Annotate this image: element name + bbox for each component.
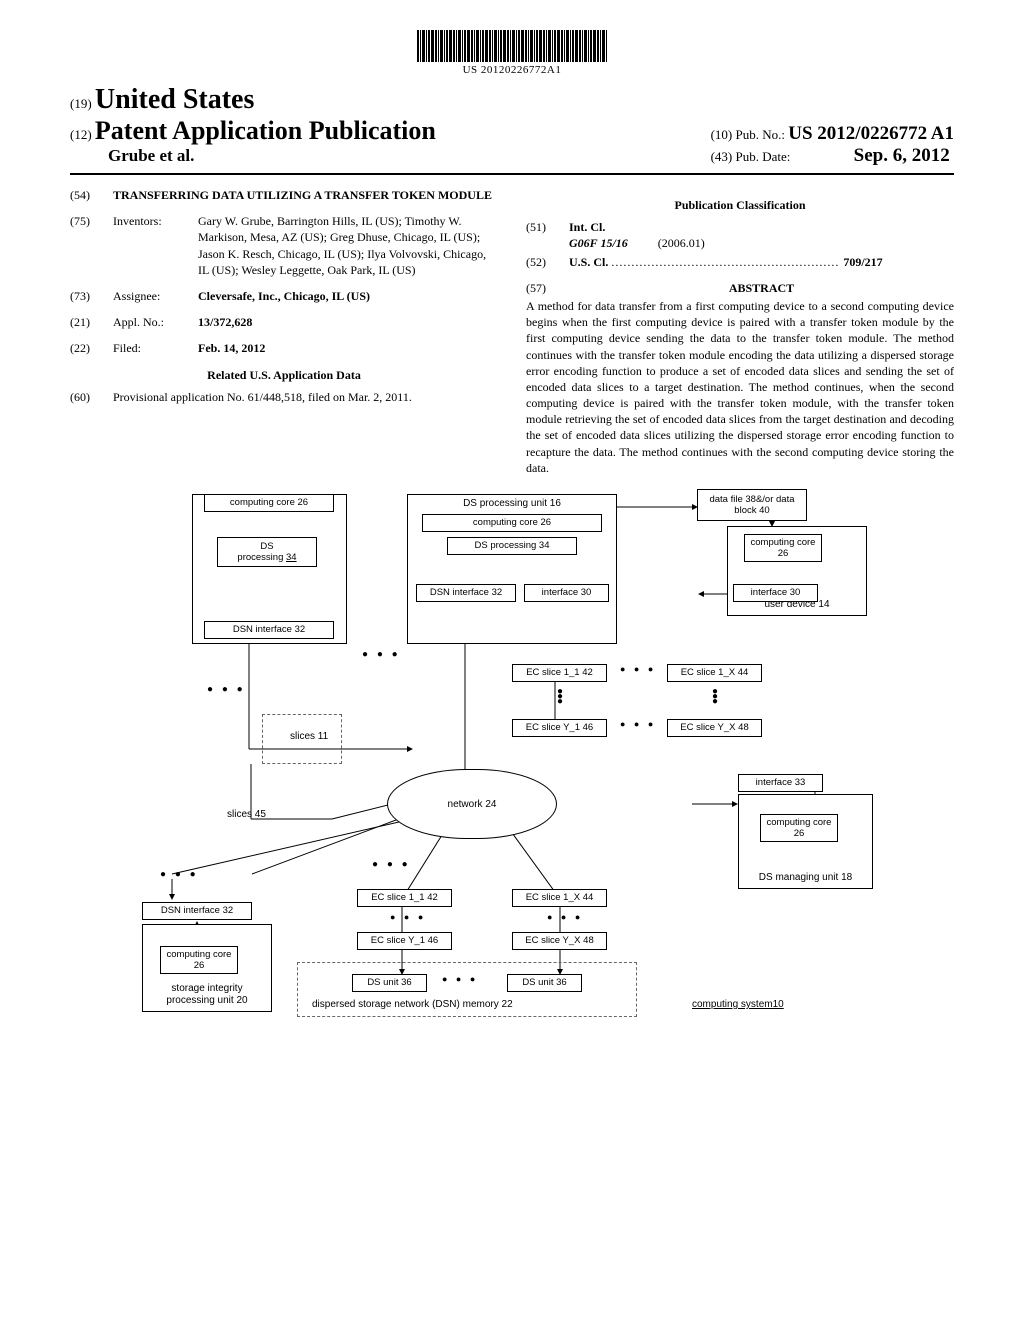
interface-30-b: interface 30 [733,584,818,602]
computing-core-26-c: computing core 26 [744,534,822,562]
applno-value: 13/372,628 [198,315,252,329]
ellipsis-icon: ● ● ● [620,719,656,729]
ec-slice-1-x-b: EC slice 1_X 44 [512,889,607,907]
related-data-heading: Related U.S. Application Data [70,367,498,383]
code-12-num: (12) [70,127,92,142]
ellipsis-icon: ● ● ● [547,912,583,922]
ds-processing-unit-16-label: DS processing unit 16 [463,498,561,510]
dsn-memory-label: dispersed storage network (DSN) memory 2… [312,999,513,1010]
ellipsis-icon: ● ● ● [442,974,478,984]
pub-date-label: Pub. Date: [736,149,791,164]
ellipsis-icon: ● ● ● [207,684,246,695]
dsn-interface-32-b: DSN interface 32 [416,584,516,602]
country-label: United States [95,84,254,115]
provisional-text: Provisional application No. 61/448,518, … [113,389,498,405]
patent-title: TRANSFERRING DATA UTILIZING A TRANSFER T… [113,187,498,203]
barcode-icon [417,30,607,62]
computing-core-26-a: computing core 26 [204,494,334,512]
ec-slice-1-1-b: EC slice 1_1 42 [357,889,452,907]
ellipsis-icon: ● ● ● [390,912,426,922]
assignee-value: Cleversafe, Inc., Chicago, IL (US) [198,288,498,304]
ec-slice-y-x-a: EC slice Y_X 48 [667,719,762,737]
code-57: (57) [526,280,554,296]
ec-slice-y-x-b: EC slice Y_X 48 [512,932,607,950]
dsn-interface-32-a: DSN interface 32 [204,621,334,639]
header-divider [70,173,954,175]
pub-no-value: US 2012/0226772 A1 [788,123,954,144]
storage-integrity-label: storage integrity processing unit 20 [147,983,267,1007]
filed-label: Filed: [113,340,183,356]
pub-no-label: Pub. No.: [736,127,785,142]
ellipsis-icon: ● ● ● [372,859,411,870]
uscl-value: 709/217 [843,255,882,269]
code-43-num: (43) [711,149,733,164]
code-21: (21) [70,314,98,330]
dsn-interface-32-c: DSN interface 32 [142,902,252,920]
computing-system-label: computing system10 [692,999,784,1010]
classification-heading: Publication Classification [526,197,954,213]
network-cloud: network 24 [387,769,557,839]
figure-1: user device 12 computing core 26 DSproce… [70,494,954,1064]
filed-value: Feb. 14, 2012 [198,341,265,355]
inventors-value: Gary W. Grube, Barrington Hills, IL (US)… [198,213,498,278]
inventors-label: Inventors: [113,213,183,278]
code-51: (51) [526,219,554,251]
intcl-label: Int. Cl. [569,220,605,234]
code-75: (75) [70,213,98,278]
code-19-num: (19) [70,96,92,111]
abstract-body: A method for data transfer from a first … [526,298,954,476]
ds-unit-36-b: DS unit 36 [507,974,582,992]
interface-33: interface 33 [738,774,823,792]
ds-managing-unit-label: DS managing unit 18 [759,872,852,884]
abstract-heading: ABSTRACT [569,280,954,296]
barcode-text: US 20120226772A1 [463,64,562,76]
ellipsis-icon: ● ● ● [620,664,656,674]
publication-type: Patent Application Publication [95,116,436,145]
code-10-num: (10) [711,127,733,142]
ec-slice-y-1-a: EC slice Y_1 46 [512,719,607,737]
code-73: (73) [70,288,98,304]
ds-processing-34-b: DS processing 34 [447,537,577,555]
slices-45-label: slices 45 [227,809,266,820]
ellipsis-icon: ● ● ● [362,649,401,660]
uscl-label: U.S. Cl. [569,255,608,269]
ec-slice-y-1-b: EC slice Y_1 46 [357,932,452,950]
dotted-leader: ........................................… [611,255,843,269]
ellipsis-icon: ● ● ● [160,869,199,880]
vertical-ellipsis-icon: ●●● [712,689,718,704]
patent-header: (19) United States (12) Patent Applicati… [70,84,954,167]
slices-11-label: slices 11 [290,731,328,742]
left-column: (54) TRANSFERRING DATA UTILIZING A TRANS… [70,187,498,476]
vertical-ellipsis-icon: ●●● [557,689,563,704]
assignee-label: Assignee: [113,288,183,304]
intcl-code: G06F 15/16 [569,236,628,250]
code-54: (54) [70,187,98,203]
barcode-area: US 20120226772A1 [70,30,954,76]
computing-core-26-b: computing core 26 [422,514,602,532]
ec-slice-1-1-a: EC slice 1_1 42 [512,664,607,682]
computing-core-26-e: computing core 26 [160,946,238,974]
code-22: (22) [70,340,98,356]
right-column: Publication Classification (51) Int. Cl.… [526,187,954,476]
computing-core-26-d: computing core 26 [760,814,838,842]
code-52: (52) [526,254,554,270]
ec-slice-1-x-a: EC slice 1_X 44 [667,664,762,682]
network-label: network 24 [448,799,497,810]
intcl-year: (2006.01) [658,236,705,250]
interface-30-a: interface 30 [524,584,609,602]
pub-date-value: Sep. 6, 2012 [854,145,950,166]
ds-unit-36-a: DS unit 36 [352,974,427,992]
header-authors: Grube et al. [108,146,436,166]
applno-label: Appl. No.: [113,314,183,330]
ds-processing-34-a: DSprocessing 34 [217,537,317,567]
data-file-box: data file 38&/or data block 40 [697,489,807,521]
code-60: (60) [70,389,98,405]
